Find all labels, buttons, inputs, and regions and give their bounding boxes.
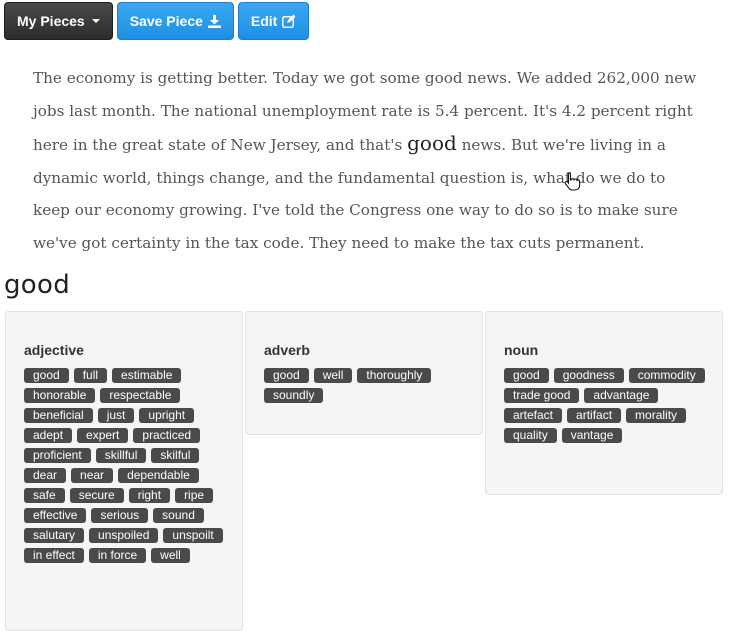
- synonym-tag[interactable]: full: [73, 368, 108, 383]
- synonym-tag[interactable]: in force: [88, 548, 147, 563]
- synonym-tag[interactable]: skillful: [95, 448, 147, 463]
- synonym-tag[interactable]: honorable: [24, 388, 96, 403]
- synonym-tag[interactable]: proficient: [24, 448, 91, 463]
- synonym-tag[interactable]: ripe: [175, 488, 214, 503]
- synonym-tag[interactable]: unspoilt: [163, 528, 223, 543]
- synonym-tag[interactable]: dependable: [118, 468, 199, 483]
- my-pieces-label: My Pieces: [17, 13, 85, 29]
- synonym-tag[interactable]: upright: [139, 408, 195, 423]
- part-of-speech-heading: adjective: [24, 342, 84, 358]
- synonym-tag[interactable]: well: [313, 368, 353, 383]
- synonym-tag[interactable]: safe: [24, 488, 65, 503]
- synonym-tags: good full estimable honorable respectable ben…: [24, 368, 226, 563]
- synonym-tag[interactable]: just: [97, 408, 135, 423]
- synonym-tag[interactable]: skilful: [151, 448, 200, 463]
- synonym-tag[interactable]: goodness: [553, 368, 624, 383]
- synonym-tag[interactable]: artefact: [504, 408, 563, 423]
- synonym-tag[interactable]: good: [504, 368, 549, 383]
- synonym-tag[interactable]: soundly: [264, 388, 324, 403]
- noun-panel: noun good goodness commodity trade good adva…: [485, 311, 723, 495]
- edit-label: Edit: [250, 13, 278, 29]
- synonym-tag[interactable]: salutary: [24, 528, 85, 543]
- edit-icon: [282, 14, 296, 28]
- my-pieces-dropdown-button[interactable]: My Pieces: [4, 2, 113, 40]
- part-of-speech-heading: noun: [504, 342, 539, 358]
- synonym-tag[interactable]: vantage: [561, 428, 623, 443]
- selected-word-title: good: [4, 270, 71, 300]
- synonym-tag[interactable]: practiced: [133, 428, 201, 443]
- synonym-tag[interactable]: commodity: [628, 368, 705, 383]
- synonym-tags: good well thoroughly soundly: [264, 368, 466, 403]
- synonym-tag[interactable]: serious: [91, 508, 149, 523]
- synonym-tag[interactable]: advantage: [584, 388, 659, 403]
- synonym-tag[interactable]: good: [264, 368, 309, 383]
- synonym-tag[interactable]: in effect: [24, 548, 84, 563]
- synonym-tag[interactable]: sound: [153, 508, 204, 523]
- synonym-tag[interactable]: secure: [69, 488, 124, 503]
- synonym-tag[interactable]: respectable: [100, 388, 181, 403]
- synonym-tag[interactable]: adept: [24, 428, 73, 443]
- save-piece-label: Save Piece: [129, 13, 203, 29]
- speech-passage: The economy is getting better. Today we …: [33, 62, 698, 260]
- synonym-tag[interactable]: artifact: [567, 408, 622, 423]
- synonym-tag[interactable]: estimable: [112, 368, 182, 383]
- synonym-tag[interactable]: good: [24, 368, 69, 383]
- synonym-tags: good goodness commodity trade good advantage…: [504, 368, 706, 443]
- download-icon: [207, 14, 221, 28]
- edit-button[interactable]: Edit: [237, 2, 310, 40]
- synonym-tag[interactable]: morality: [626, 408, 687, 423]
- synonym-tag[interactable]: right: [128, 488, 171, 503]
- hand-pointer-icon: [563, 171, 581, 191]
- synonym-tag[interactable]: well: [151, 548, 190, 563]
- part-of-speech-heading: adverb: [264, 342, 310, 358]
- synonym-tag[interactable]: beneficial: [24, 408, 93, 423]
- adverb-panel: adverb good well thoroughly soundly: [245, 311, 483, 435]
- synonym-tag[interactable]: effective: [24, 508, 87, 523]
- synonym-tag[interactable]: trade good: [504, 388, 580, 403]
- synonym-tag[interactable]: expert: [77, 428, 129, 443]
- adjective-panel: adjective good full estimable honorable resp…: [5, 311, 243, 631]
- highlighted-word[interactable]: good: [407, 131, 457, 155]
- synonym-tag[interactable]: thoroughly: [357, 368, 432, 383]
- synonym-tag[interactable]: dear: [24, 468, 67, 483]
- save-piece-button[interactable]: Save Piece: [116, 2, 234, 40]
- synonym-tag[interactable]: quality: [504, 428, 557, 443]
- caret-down-icon: [91, 19, 100, 23]
- toolbar: My Pieces Save Piece Edit: [4, 2, 310, 40]
- synonym-tag[interactable]: near: [71, 468, 114, 483]
- synonym-tag[interactable]: unspoiled: [89, 528, 159, 543]
